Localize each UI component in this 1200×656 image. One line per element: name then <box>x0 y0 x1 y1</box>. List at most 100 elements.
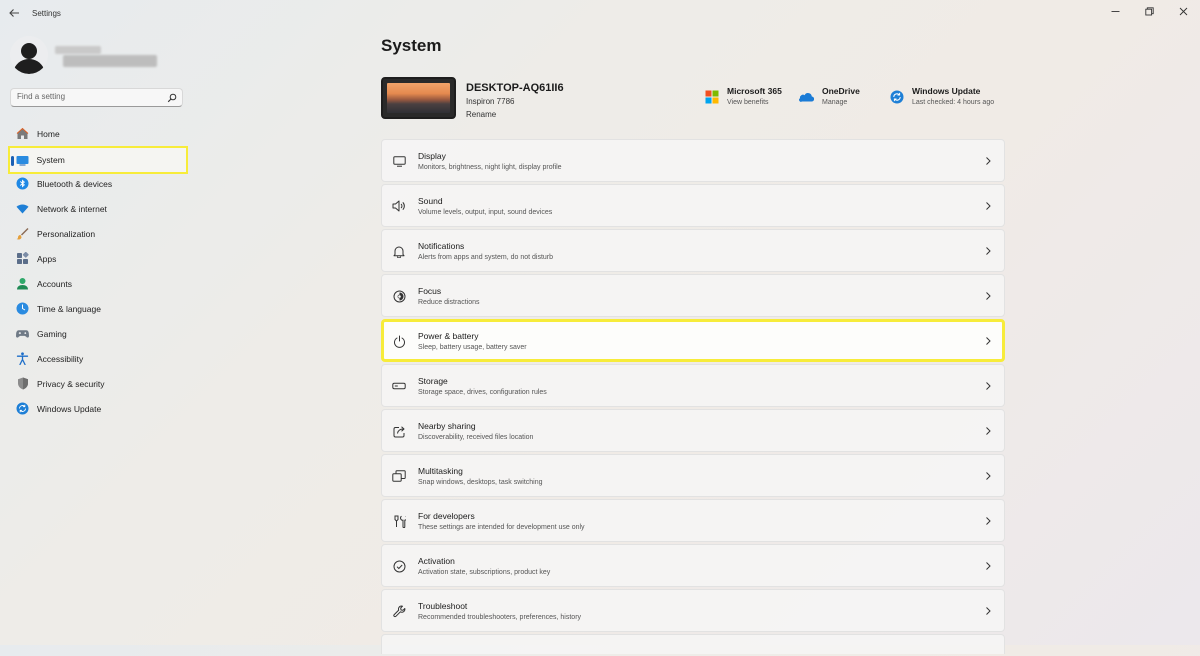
sidebar-item-label: Privacy & security <box>37 378 105 389</box>
card-multitasking[interactable]: Multitasking Snap windows, desktops, tas… <box>381 454 1005 497</box>
quick-link-title: Windows Update <box>912 86 981 96</box>
card-subtitle: Activation state, subscriptions, product… <box>418 569 551 576</box>
home-icon <box>16 127 29 140</box>
chevron-right-icon <box>986 202 991 210</box>
card-title: Troubleshoot <box>418 601 468 611</box>
user-avatar-icon <box>10 36 48 74</box>
wifi-icon <box>16 202 29 215</box>
device-thumbnail <box>381 77 456 119</box>
microsoft365-icon <box>705 90 719 104</box>
search-icon[interactable] <box>167 93 177 103</box>
back-arrow-icon[interactable] <box>8 7 24 23</box>
sidebar-item-bluetooth-devices[interactable]: Bluetooth & devices <box>8 171 188 196</box>
chevron-right-icon <box>986 562 991 570</box>
quick-link-title: Microsoft 365 <box>727 86 782 96</box>
sidebar-item-label: Personalization <box>37 228 96 239</box>
gamepad-icon <box>16 327 29 340</box>
sidebar-nav: Home System Bluetooth & devices Network … <box>8 121 188 421</box>
card-focus[interactable]: Focus Reduce distractions <box>381 274 1005 317</box>
update-icon <box>16 402 29 415</box>
chevron-right-icon <box>986 247 991 255</box>
quick-link-windows-update[interactable]: Windows Update Last checked: 4 hours ago <box>890 86 994 106</box>
globe-icon <box>16 302 29 315</box>
card-title: Multitasking <box>418 466 463 476</box>
card-power-battery[interactable]: Power & battery Sleep, battery usage, ba… <box>381 319 1005 362</box>
card-notifications[interactable]: Notifications Alerts from apps and syste… <box>381 229 1005 272</box>
shield-icon <box>16 377 29 390</box>
chevron-right-icon <box>986 517 991 525</box>
avatar[interactable] <box>10 36 48 74</box>
settings-list: Display Monitors, brightness, night ligh… <box>381 139 1005 656</box>
multitasking-icon <box>392 469 406 483</box>
card-sound[interactable]: Sound Volume levels, output, input, soun… <box>381 184 1005 227</box>
card-title: Storage <box>418 376 448 386</box>
search-box[interactable] <box>10 88 183 107</box>
sidebar-item-label: Network & internet <box>37 203 107 214</box>
card-activation[interactable]: Activation Activation state, subscriptio… <box>381 544 1005 587</box>
developer-icon <box>392 514 406 528</box>
card-subtitle: Snap windows, desktops, task switching <box>418 479 543 486</box>
card-nearby-sharing[interactable]: Nearby sharing Discoverability, received… <box>381 409 1005 452</box>
card-title: Focus <box>418 286 442 296</box>
chevron-right-icon <box>986 382 991 390</box>
chevron-right-icon <box>986 292 991 300</box>
user-name-redacted <box>55 44 157 68</box>
card-partial-next[interactable] <box>381 634 1005 654</box>
sidebar-item-label: Gaming <box>37 328 67 339</box>
sidebar-item-time-language[interactable]: Time & language <box>8 296 188 321</box>
sidebar-item-label: Home <box>37 128 60 139</box>
windows-update-icon <box>890 90 904 104</box>
sidebar-item-label: Bluetooth & devices <box>37 178 113 189</box>
sidebar-item-privacy-security[interactable]: Privacy & security <box>8 371 188 396</box>
search-input[interactable] <box>17 92 167 101</box>
brush-icon <box>16 227 29 240</box>
sidebar-item-apps[interactable]: Apps <box>8 246 188 271</box>
card-troubleshoot[interactable]: Troubleshoot Recommended troubleshooters… <box>381 589 1005 632</box>
card-subtitle: Storage space, drives, configuration rul… <box>418 389 547 396</box>
sidebar-item-label: System <box>36 155 65 165</box>
quick-link-subtitle: Manage <box>822 99 848 106</box>
card-subtitle: Sleep, battery usage, battery saver <box>418 344 527 351</box>
page-title: System <box>381 36 442 55</box>
quick-link-onedrive[interactable]: OneDrive Manage <box>798 86 860 106</box>
card-title: Notifications <box>418 241 465 251</box>
quick-link-subtitle: View benefits <box>727 99 769 106</box>
speaker-icon <box>392 199 406 213</box>
title-bar: Settings <box>0 0 1200 30</box>
bluetooth-icon <box>16 177 29 190</box>
card-subtitle: Recommended troubleshooters, preferences… <box>418 614 582 621</box>
chevron-right-icon <box>986 607 991 615</box>
sidebar-item-home[interactable]: Home <box>8 121 188 146</box>
sidebar-item-label: Time & language <box>37 303 101 314</box>
accessibility-icon <box>16 352 29 365</box>
chevron-right-icon <box>986 427 991 435</box>
card-storage[interactable]: Storage Storage space, drives, configura… <box>381 364 1005 407</box>
card-for-developers[interactable]: For developers These settings are intend… <box>381 499 1005 542</box>
device-model: Inspiron 7786 <box>466 97 515 106</box>
rename-link[interactable]: Rename <box>466 110 496 119</box>
card-subtitle: These settings are intended for developm… <box>418 524 585 531</box>
display-icon <box>392 154 406 168</box>
sidebar-item-windows-update[interactable]: Windows Update <box>8 396 188 421</box>
sidebar-item-personalization[interactable]: Personalization <box>8 221 188 246</box>
restore-button[interactable] <box>1132 0 1166 22</box>
sidebar-item-system[interactable]: System <box>8 146 188 174</box>
close-button[interactable] <box>1166 0 1200 22</box>
device-name: DESKTOP-AQ61II6 <box>466 82 564 94</box>
quick-link-title: OneDrive <box>822 86 860 96</box>
card-subtitle: Discoverability, received files location <box>418 434 534 441</box>
sidebar-item-network-internet[interactable]: Network & internet <box>8 196 188 221</box>
storage-icon <box>392 379 406 393</box>
sidebar-item-accounts[interactable]: Accounts <box>8 271 188 296</box>
wallpaper-preview <box>387 83 450 113</box>
minimize-button[interactable] <box>1098 0 1132 22</box>
quick-link-microsoft365[interactable]: Microsoft 365 View benefits <box>705 86 782 106</box>
chevron-right-icon <box>986 337 991 345</box>
card-subtitle: Monitors, brightness, night light, displ… <box>418 164 562 171</box>
card-title: Power & battery <box>418 331 479 341</box>
window-title: Settings <box>32 9 61 18</box>
card-display[interactable]: Display Monitors, brightness, night ligh… <box>381 139 1005 182</box>
system-icon <box>16 154 29 167</box>
sidebar-item-gaming[interactable]: Gaming <box>8 321 188 346</box>
sidebar-item-accessibility[interactable]: Accessibility <box>8 346 188 371</box>
